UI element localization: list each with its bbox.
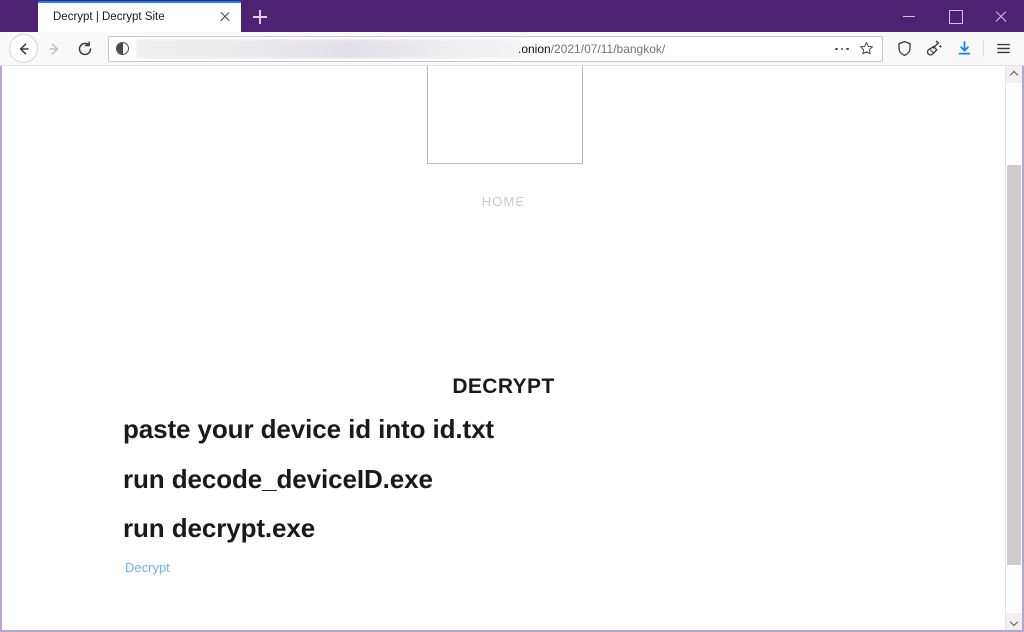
url-bar[interactable]: .onion/2021/07/11/bangkok/ <box>108 35 883 62</box>
close-icon[interactable] <box>215 7 235 27</box>
decrypt-link[interactable]: Decrypt <box>125 560 170 575</box>
instruction-step-2: run decode_deviceID.exe <box>123 464 433 494</box>
reload-icon <box>78 40 91 55</box>
site-logo-box <box>427 66 583 164</box>
url-text: .onion/2021/07/11/bangkok/ <box>136 38 830 59</box>
arrow-right-icon <box>48 42 58 55</box>
tab-bar-left-padding <box>0 0 38 32</box>
url-host-suffix: .onion <box>518 41 551 56</box>
scroll-down-arrow-icon[interactable] <box>1006 613 1022 630</box>
window-controls <box>886 0 1024 32</box>
instruction-step-3: run decrypt.exe <box>123 513 316 543</box>
window-close-icon[interactable] <box>978 0 1024 32</box>
broom-icon <box>926 40 942 56</box>
download-arrow-icon <box>958 41 970 55</box>
minimize-icon[interactable] <box>886 0 932 32</box>
browser-window: Decrypt | Decrypt Site .onion/2021/07/11… <box>0 0 1024 632</box>
instruction-step-1: paste your device id into id.txt <box>123 414 494 444</box>
scrollbar-track[interactable] <box>1006 83 1022 613</box>
content-area: HOME DECRYPT paste your device id into i… <box>0 66 1024 632</box>
menu-icon <box>996 43 1010 54</box>
reload-button[interactable] <box>69 34 100 64</box>
page-actions-icon[interactable] <box>830 38 854 60</box>
star-icon <box>859 41 873 55</box>
new-identity-broom-icon[interactable] <box>919 34 949 64</box>
vertical-scrollbar[interactable] <box>1005 66 1022 630</box>
site-identity-icon[interactable] <box>115 41 131 57</box>
new-tab-button[interactable] <box>241 1 279 32</box>
tracking-protection-shield-icon[interactable] <box>889 34 919 64</box>
scroll-up-arrow-icon[interactable] <box>1006 66 1022 83</box>
web-page: HOME DECRYPT paste your device id into i… <box>2 66 1005 630</box>
downloads-icon[interactable] <box>949 34 979 64</box>
url-visible-portion: .onion/2021/07/11/bangkok/ <box>518 39 665 59</box>
shield-icon <box>897 40 911 57</box>
tab-title: Decrypt | Decrypt Site <box>53 10 165 23</box>
maximize-icon[interactable] <box>932 0 978 32</box>
arrow-left-icon <box>19 42 29 55</box>
navigation-toolbar: .onion/2021/07/11/bangkok/ <box>0 32 1024 66</box>
url-bar-actions <box>830 38 878 60</box>
browser-tab-active[interactable]: Decrypt | Decrypt Site <box>38 1 241 32</box>
scrollbar-thumb[interactable] <box>1007 165 1021 565</box>
toolbar-divider <box>983 40 984 57</box>
url-redacted-host <box>136 38 521 59</box>
forward-button <box>38 34 69 64</box>
back-button[interactable] <box>9 34 38 63</box>
page-title: DECRYPT <box>452 375 555 398</box>
tab-bar: Decrypt | Decrypt Site <box>0 0 1024 32</box>
hamburger-menu-icon[interactable] <box>988 34 1018 64</box>
bookmark-star-icon[interactable] <box>854 38 878 60</box>
site-nav-home-link[interactable]: HOME <box>2 194 1005 209</box>
url-path: /2021/07/11/bangkok/ <box>550 41 666 56</box>
